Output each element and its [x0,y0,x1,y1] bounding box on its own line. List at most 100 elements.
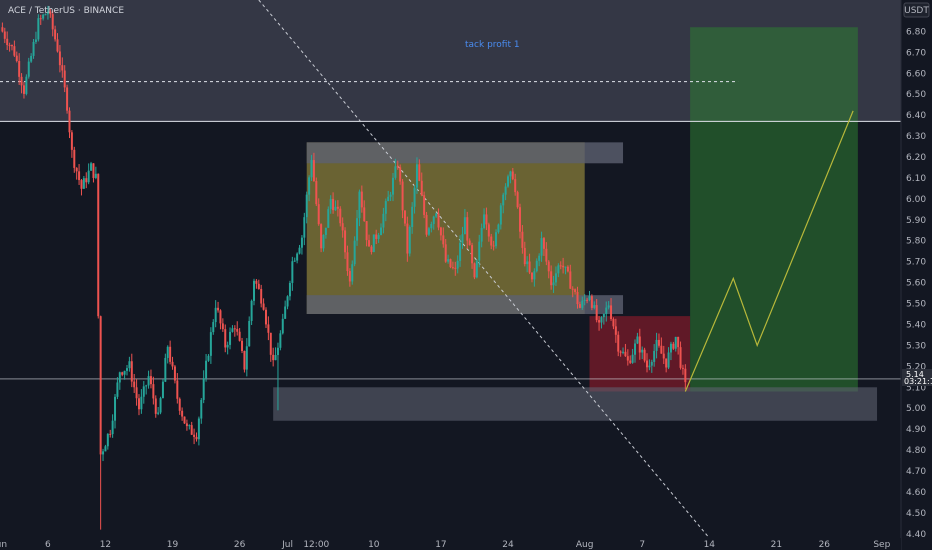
candle-body [200,399,203,419]
candle-body [655,339,658,351]
candle-body [336,206,339,209]
candle-body [669,343,672,353]
candle-body [250,300,253,321]
candle-body [312,160,315,182]
candle-body [605,307,608,314]
x-tick-label: Sep [873,540,890,550]
candle-body [85,178,88,183]
candle-body [238,331,241,341]
time-axis[interactable] [0,538,901,550]
candle-body [255,280,258,284]
candle-body [641,349,644,353]
candle-body [114,396,117,421]
candle-body [439,227,442,236]
candle-body [344,230,347,253]
candle-body [360,191,363,208]
candle-body [324,227,327,235]
candle-body [197,418,200,440]
candle-body [54,29,57,40]
currency-label: USDT [904,6,929,16]
candle-body [456,260,459,269]
candle-body [10,45,13,47]
x-tick-label: 21 [771,540,782,550]
candle-body [97,173,100,317]
candle-body [152,384,155,399]
candle-body [437,213,440,228]
y-tick-label: 4.60 [906,488,926,498]
candle-body [559,265,562,267]
candle-body [619,351,622,353]
candle-body [236,328,239,332]
candle-body [159,398,162,413]
candle-body [296,253,299,261]
candle-body [111,420,114,435]
candle-body [492,245,495,247]
candle-body [382,213,385,228]
candle-body [233,328,236,330]
candle-body [137,398,140,410]
candle-body [37,18,40,40]
candle-body [406,223,409,254]
candle-body [116,382,119,397]
candle-body [25,76,28,94]
candle-body [387,196,390,202]
x-tick-label: 12:00 [303,540,329,550]
candle-body [375,234,378,239]
y-tick-label: 4.90 [906,425,926,435]
candle-body [30,55,33,62]
candle-body [51,14,54,30]
candle-body [629,360,632,363]
x-tick-label: 14 [704,540,716,550]
candle-body [593,305,596,308]
candle-body [468,240,471,246]
candle-body [533,271,536,280]
candle-body [320,224,323,249]
candle-body [142,386,145,397]
y-tick-label: 6.00 [906,195,926,205]
candle-body [332,198,335,211]
candle-body [478,241,481,261]
candle-body [399,167,402,182]
candle-body [490,236,493,246]
price-countdown: 03:21:19 [904,377,932,386]
y-tick-label: 6.60 [906,69,926,79]
candle-body [463,217,466,235]
candle-body [106,433,109,447]
x-tick-label: Jul [281,540,293,550]
candle-body [528,261,531,273]
candle-body [32,41,35,56]
y-tick-label: 4.70 [906,467,926,477]
candle-body [128,361,131,369]
candle-body [600,317,603,323]
candle-body [305,194,308,218]
candle-body [245,346,248,370]
candle-body [610,305,613,320]
y-tick-label: 4.80 [906,446,926,456]
candle-body [126,368,129,371]
candle-body [56,39,59,52]
candle-body [276,347,279,355]
candle-body [317,204,320,225]
candle-body [20,76,23,86]
candle-body [368,240,371,247]
candle-body [502,194,505,206]
candle-body [183,416,186,424]
candle-body [370,246,373,253]
candle-body [449,259,452,268]
y-tick-label: 5.80 [906,237,926,247]
candle-body [636,336,639,344]
candle-body [377,235,380,239]
y-tick-label: 6.70 [906,48,926,58]
candle-body [157,412,160,414]
candle-body [447,259,450,262]
candle-body [471,245,474,264]
candle-body [18,60,21,77]
candle-body [576,291,579,305]
candle-body [118,372,121,383]
candle-body [485,214,488,225]
candle-body [109,433,112,435]
candle-body [61,65,64,71]
candle-body [574,289,577,292]
candle-body [123,370,126,375]
price-chart[interactable]: tack profit 1 ACE / TetherUS · BINANCE 4… [0,0,932,550]
